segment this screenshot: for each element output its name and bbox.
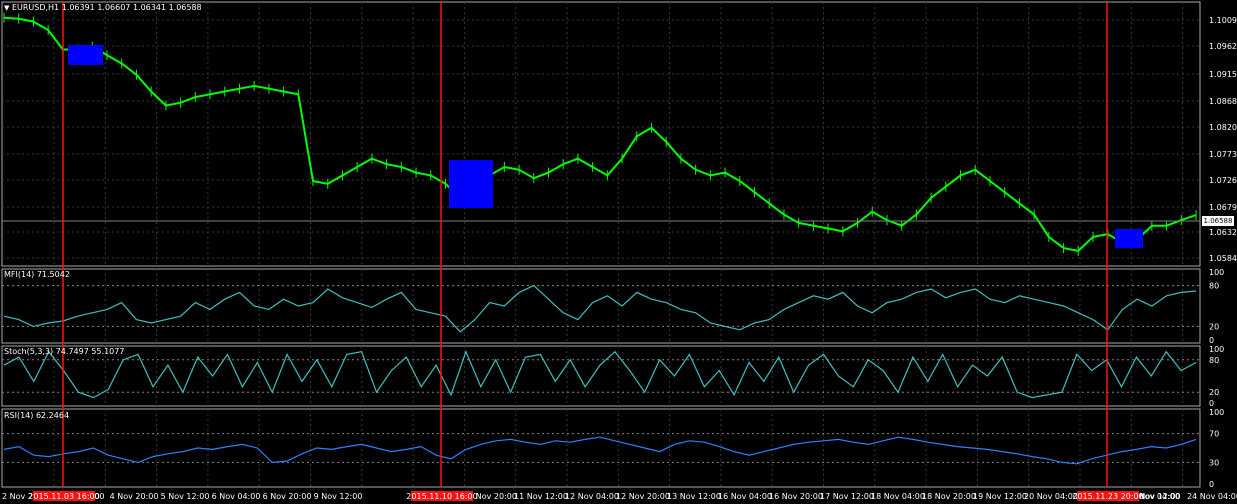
time-axis-label: 9 Nov 12:00 [314, 492, 363, 501]
current-price-tag: 1.06588 [1202, 216, 1234, 226]
mfi-axis-label: 0 [1209, 336, 1214, 345]
time-axis-label: 12 Nov 04:00 [565, 492, 619, 501]
mfi-pane-border [1, 268, 1201, 344]
stoch-pane-border [1, 345, 1201, 407]
time-axis-label: 19 Nov 12:00 [973, 492, 1027, 501]
stoch-axis-label: 20 [1209, 388, 1219, 397]
highlight-box [68, 45, 103, 65]
rsi-header: RSI(14) 62.2464 [4, 411, 70, 420]
rsi-axis-label: 0 [1209, 480, 1214, 489]
highlight-box [1115, 229, 1143, 248]
rsi-axis-label: 70 [1209, 430, 1219, 439]
rsi-axis-label: 100 [1209, 408, 1224, 417]
highlight-box [449, 160, 493, 208]
time-axis-label: 13 Nov 12:00 [667, 492, 721, 501]
price-series-line [3, 16, 1197, 252]
time-axis-label: 17 Nov 12:00 [820, 492, 874, 501]
price-axis-label: 1.09620 [1209, 42, 1237, 51]
marker-time-label: 2015.11.23 20:00 [1072, 492, 1143, 501]
time-axis-label: 5 Nov 12:00 [161, 492, 210, 501]
mfi-series-line [3, 284, 1197, 333]
time-axis-label: 6 Nov 04:00 [212, 492, 261, 501]
rsi-series-line [3, 436, 1197, 465]
price-axis-label: 1.10090 [1209, 16, 1237, 25]
time-axis-label: 6 Nov 20:00 [263, 492, 312, 501]
price-axis-label: 1.08680 [1209, 97, 1237, 106]
time-axis-label: 16 Nov 20:00 [769, 492, 823, 501]
time-axis-label: 20 Nov 04:00 [1024, 492, 1078, 501]
stoch-header: Stoch(5,3,3) 74.7497 55.1077 [4, 347, 125, 356]
price-axis-label: 1.08200 [1209, 123, 1237, 132]
time-axis-label: 18 Nov 20:00 [922, 492, 976, 501]
rsi-axis-label: 30 [1209, 458, 1219, 467]
mfi-axis-label: 100 [1209, 268, 1224, 277]
time-axis-label: Nov 12:00 [1139, 492, 1180, 501]
price-axis-label: 1.09150 [1209, 70, 1237, 79]
stoch-series-line [3, 350, 1197, 399]
time-axis-label: 4 Nov 20:00 [110, 492, 159, 501]
time-axis-label: 24 Nov 04:00 [1187, 492, 1237, 501]
price-axis-label: 1.06790 [1209, 203, 1237, 212]
marker-time-label: 2015.11.10 16:00 [406, 492, 477, 501]
mfi-axis-label: 20 [1209, 322, 1219, 331]
price-axis-label: 1.05840 [1209, 254, 1237, 263]
stoch-axis-label: 100 [1209, 345, 1224, 354]
price-axis-label: 1.06320 [1209, 228, 1237, 237]
price-axis-label: 1.07730 [1209, 150, 1237, 159]
rsi-pane-border [1, 408, 1201, 488]
marker-time-label: 2015.11.03 16:00 [28, 492, 99, 501]
time-axis-label: 12 Nov 20:00 [616, 492, 670, 501]
stoch-axis-label: 0 [1209, 399, 1214, 408]
time-axis-label: 16 Nov 04:00 [718, 492, 772, 501]
main-header-text: EURUSD,H1 1.06391 1.06607 1.06341 1.0658… [11, 3, 202, 12]
time-axis-label: 11 Nov 12:00 [514, 492, 568, 501]
main-header: ▼ EURUSD,H1 1.06391 1.06607 1.06341 1.06… [4, 3, 202, 12]
time-axis-label: 18 Nov 04:00 [871, 492, 925, 501]
stoch-axis-label: 80 [1209, 356, 1219, 365]
collapse-triangle-icon[interactable]: ▼ [4, 4, 9, 12]
mfi-header: MFI(14) 71.5042 [4, 270, 70, 279]
main-pane-border [1, 1, 1201, 267]
chart-canvas: 1.10090 1.09620 1.09150 1.08680 1.08200 1.077… [1, 1, 1237, 501]
mfi-axis-label: 80 [1209, 282, 1219, 291]
price-axis-label: 1.07260 [1209, 176, 1237, 185]
